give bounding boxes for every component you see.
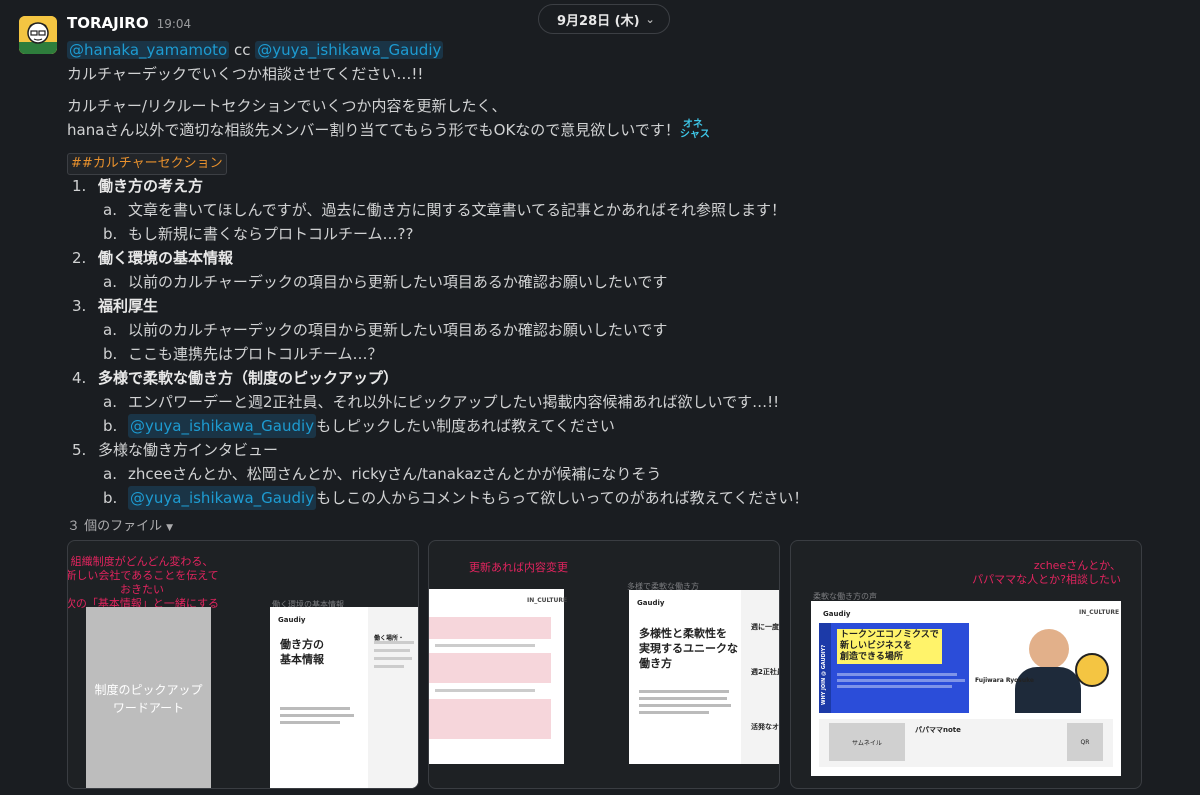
- inline-code: ##カルチャーセクション: [67, 153, 227, 175]
- sub-list-item: a. zhceeさんとか、松岡さんとか、rickyさん/tanakazさんとかが候…: [103, 465, 662, 483]
- sub-list-item: a. 文章を書いてほしんですが、過去に働き方に関する文章書いてる記事とかあればそれ…: [103, 201, 787, 219]
- message: TORAJIRO 19:04 @hanaka_yamamoto cc @yuya…: [67, 14, 1180, 510]
- slide-title: 多様性と柔軟性を 実現するユニークな 働き方: [639, 627, 738, 670]
- sub-list-item: b. @yuya_ishikawa_Gaudiy もしピックしたい制度あれば教えて…: [67, 414, 1180, 438]
- slide-page: Gaudiy 働き方の 基本情報 働く場所・: [270, 607, 418, 788]
- files-toggle[interactable]: ３ 個のファイル ▼: [67, 515, 173, 534]
- slide-page: IN_CULTURE: [429, 589, 568, 764]
- logo: Gaudiy: [278, 616, 306, 624]
- mention-yuya[interactable]: @yuya_ishikawa_Gaudiy: [128, 414, 317, 438]
- culture-label: IN_CULTURE: [1079, 609, 1120, 616]
- mention-yuya[interactable]: @yuya_ishikawa_Gaudiy: [128, 486, 317, 510]
- list-item: 4. 多様で柔軟な働き方（制度のピックアップ）: [72, 369, 399, 387]
- file-thumbnail[interactable]: 更新あれば内容変更 IN_CULTURE 多様で柔軟な働き方 Gaudiy 多様…: [428, 540, 780, 789]
- annotation-text: 更新あれば内容変更: [469, 561, 568, 574]
- list-item: 2. 働く環境の基本情報: [72, 249, 234, 267]
- sub-list-item: b. ここも連携先はプロトコルチーム…？: [103, 345, 383, 363]
- file-thumbnail[interactable]: zcheeさんとか、 パパママな人とか?相談したい 柔軟な働き方の声 Gaudi…: [790, 540, 1142, 789]
- message-line: hanaさん以外で適切な相談先メンバー割り当ててもらう形でもOKなので意見欲しい…: [67, 121, 680, 139]
- logo: Gaudiy: [823, 610, 851, 618]
- mention-hanaka[interactable]: @hanaka_yamamoto: [67, 41, 230, 59]
- slide-page: Gaudiy IN_CULTURE WHY JOIN @ GAUDIY? トーク…: [811, 601, 1121, 776]
- side-heading: 活発なオ: [751, 723, 779, 731]
- file-thumbnail[interactable]: 組織制度がどんどん変わる、 新しい会社であることを伝えておきたい 次の「基本情報…: [67, 540, 419, 789]
- side-heading: 週2正社員: [751, 668, 779, 676]
- message-line: カルチャー/リクルートセクションでいくつか内容を更新したく、: [67, 97, 507, 115]
- message-line: カルチャーデックでいくつか相談させてください…!!: [67, 65, 424, 83]
- note-title: パパママnote: [915, 726, 961, 734]
- ordered-list: 1. 働き方の考え方 a. 文章を書いてほしんですが、過去に働き方に関する文章書いて…: [67, 174, 1180, 510]
- slide-page: Gaudiy 多様性と柔軟性を 実現するユニークな 働き方 週に一度 週2正社員…: [629, 590, 779, 764]
- list-item: 1. 働き方の考え方: [72, 177, 204, 195]
- annotation-text: zcheeさんとか、 パパママな人とか?相談したい: [972, 559, 1121, 586]
- list-item: 3. 福利厚生: [72, 297, 159, 315]
- person-name: Fujiwara Ryosuke: [975, 677, 1034, 684]
- cc-text: cc: [234, 41, 251, 59]
- qr-placeholder: QR: [1067, 723, 1103, 761]
- logo: Gaudiy: [637, 599, 665, 607]
- banner: WHY JOIN @ GAUDIY? トークンエコノミクスで 新しいビジネスを …: [819, 623, 1113, 713]
- sub-list-item: a. エンパワーデーと週2正社員、それ以外にピックアップしたい掲載内容候補あれば欲…: [103, 393, 780, 411]
- headline: トークンエコノミクスで 新しいビジネスを 創造できる場所: [837, 629, 942, 664]
- thumbnail-placeholder: サムネイル: [829, 723, 905, 761]
- caret-down-icon: ▼: [166, 523, 174, 533]
- mention-yuya[interactable]: @yuya_ishikawa_Gaudiy: [255, 41, 444, 59]
- sub-list-item: b. @yuya_ishikawa_Gaudiy もしこの人からコメントもらって欲…: [67, 486, 1180, 510]
- avatar[interactable]: [19, 16, 57, 54]
- sub-list-item: a. 以前のカルチャーデックの項目から更新したい項目あるか確認お願いしたいです: [103, 273, 668, 291]
- author-name[interactable]: TORAJIRO: [67, 14, 149, 32]
- vertical-label: WHY JOIN @ GAUDIY?: [821, 644, 827, 705]
- onesyasu-emoji-icon: オネ シャス: [679, 118, 710, 140]
- side-heading: 週に一度: [751, 623, 779, 631]
- sub-list-item: b. もし新規に書くならプロトコルチーム…??: [103, 225, 414, 243]
- timestamp[interactable]: 19:04: [157, 17, 192, 31]
- placeholder-card: 制度のピックアップ ワードアート: [86, 607, 211, 788]
- list-item: 5. 多様な働き方インタビュー: [72, 441, 279, 459]
- culture-label: IN_CULTURE: [527, 597, 568, 604]
- sub-list-item: a. 以前のカルチャーデックの項目から更新したい項目あるか確認お願いしたいです: [103, 321, 668, 339]
- slide-title: 働き方の 基本情報: [280, 638, 324, 666]
